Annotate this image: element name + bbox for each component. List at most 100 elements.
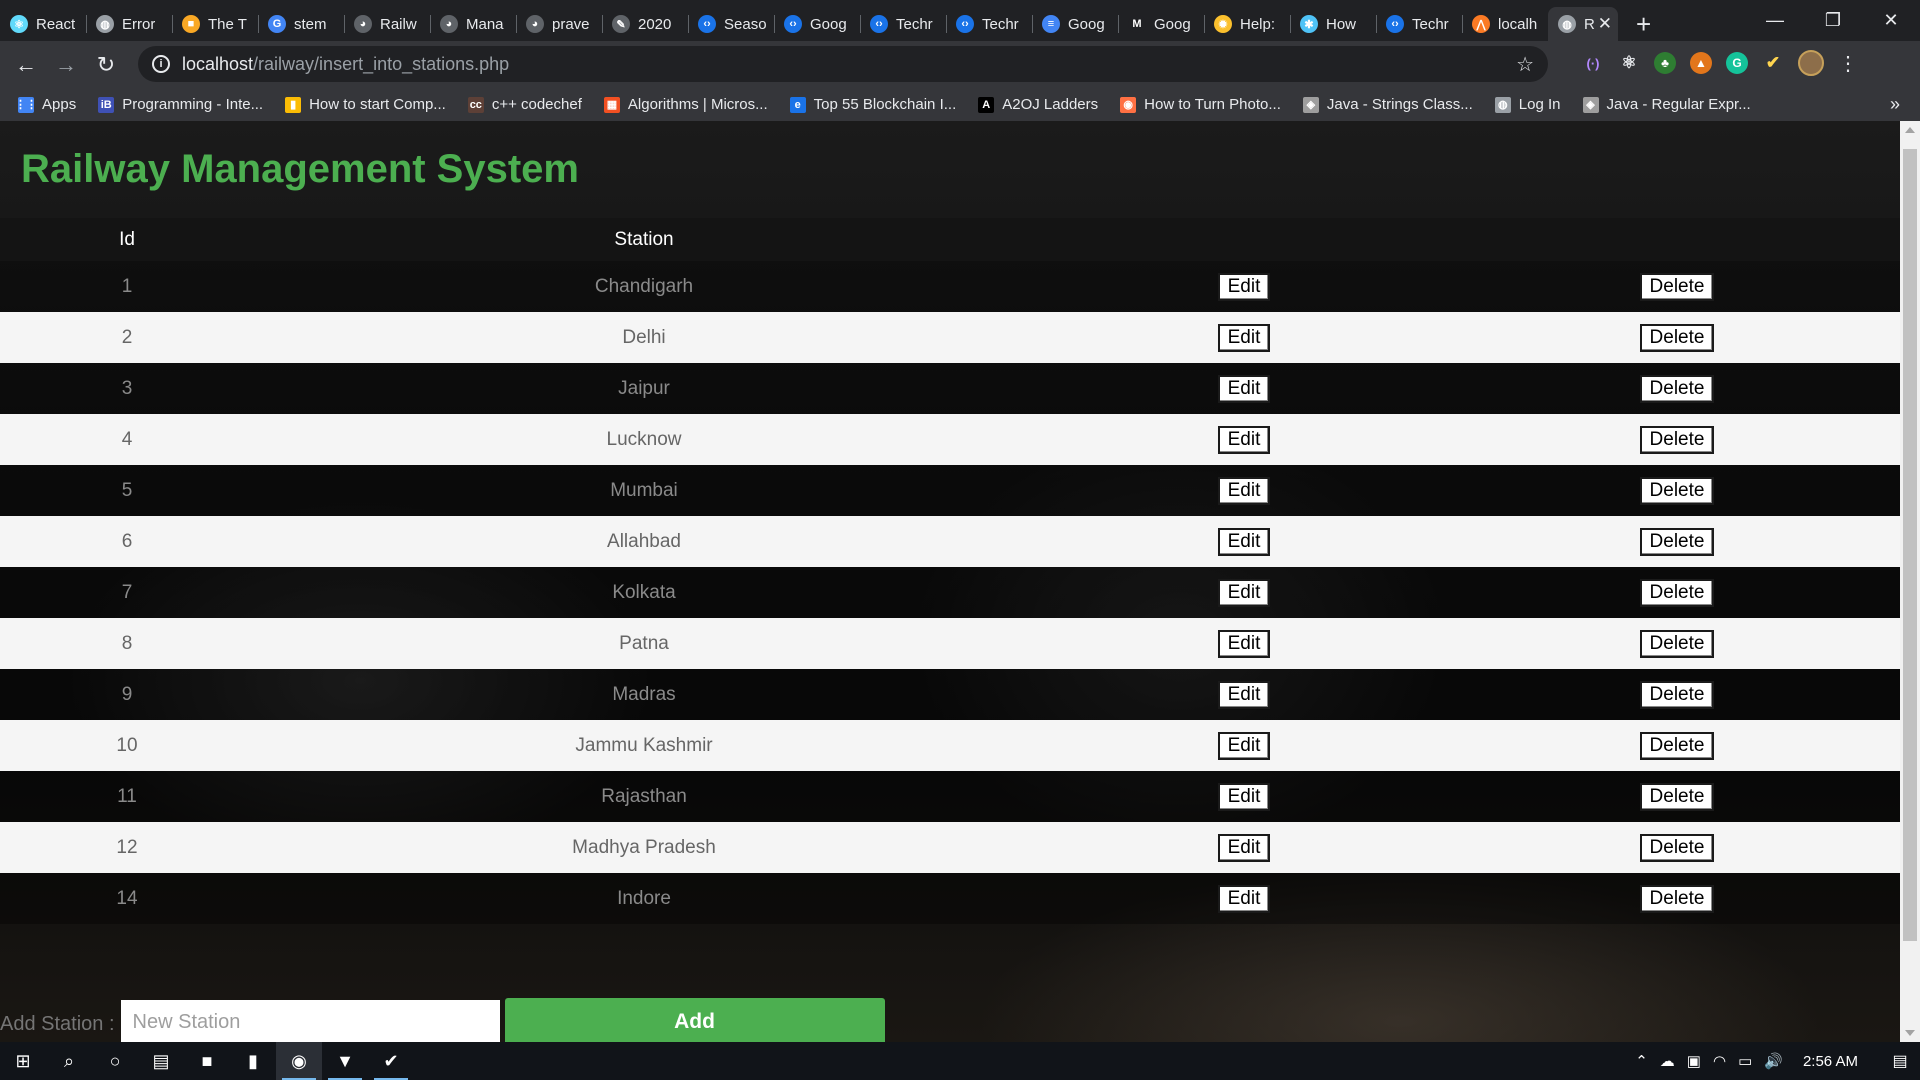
browser-tab[interactable]: ⋀ localh (1462, 7, 1548, 41)
site-info-icon[interactable]: i (152, 55, 170, 73)
profile-avatar[interactable] (1798, 50, 1824, 76)
edit-button[interactable]: Edit (1217, 476, 1271, 505)
bookmark-item[interactable]: e Top 55 Blockchain I... (789, 96, 956, 113)
browser-tab[interactable]: ✎ 2020 (602, 7, 688, 41)
network-icon[interactable]: ◠ (1713, 1052, 1726, 1070)
edit-button[interactable]: Edit (1217, 272, 1271, 301)
show-hidden-icons-chevron-icon[interactable]: ⌃ (1635, 1052, 1648, 1070)
delete-button[interactable]: Delete (1639, 833, 1715, 862)
close-window-button[interactable]: ✕ (1862, 0, 1920, 41)
battery-icon[interactable]: ▭ (1738, 1052, 1752, 1070)
notification-center-icon[interactable]: ▤ (1880, 1051, 1920, 1071)
browser-tab[interactable]: ✱ How (1290, 7, 1376, 41)
edit-button[interactable]: Edit (1217, 527, 1271, 556)
browser-tab[interactable]: ‹› Techr (1376, 7, 1462, 41)
extension-grammarly-icon[interactable]: G (1726, 52, 1748, 74)
browser-tab[interactable]: ■ The T (172, 7, 258, 41)
windows-start-icon[interactable]: ⊞ (0, 1042, 46, 1080)
edit-button[interactable]: Edit (1217, 833, 1271, 862)
edit-button[interactable]: Edit (1217, 782, 1271, 811)
bookmark-item[interactable]: ◈ Java - Regular Expr... (1582, 96, 1751, 113)
extension-todo-icon[interactable]: ✔ (1762, 52, 1784, 74)
browser-tab[interactable]: ◍ Error (86, 7, 172, 41)
add-station-button[interactable]: Add (504, 998, 885, 1042)
delete-button[interactable]: Delete (1639, 731, 1715, 760)
search-icon[interactable]: ⌕ (46, 1042, 92, 1080)
extension-metamask-icon[interactable]: ▲ (1690, 52, 1712, 74)
maximize-button[interactable]: ❐ (1804, 0, 1862, 41)
close-tab-icon[interactable]: ✕ (1598, 14, 1612, 34)
meet-now-icon[interactable]: ▣ (1687, 1052, 1701, 1070)
clock[interactable]: 2:56 AM (1803, 1053, 1858, 1070)
bookmark-star-icon[interactable]: ☆ (1516, 52, 1534, 77)
file-explorer-icon[interactable]: ■ (184, 1042, 230, 1080)
browser-tab[interactable]: ◕ prave (516, 7, 602, 41)
page-scrollbar[interactable] (1900, 121, 1920, 1042)
browser-tab[interactable]: ‹› Techr (860, 7, 946, 41)
chrome-icon[interactable]: ◉ (276, 1042, 322, 1080)
delete-button[interactable]: Delete (1639, 884, 1715, 913)
browser-tab[interactable]: ◕ Mana (430, 7, 516, 41)
bookmark-item[interactable]: ◈ Java - Strings Class... (1302, 96, 1473, 113)
delete-button[interactable]: Delete (1639, 425, 1715, 454)
delete-button[interactable]: Delete (1639, 629, 1715, 658)
delete-button[interactable]: Delete (1639, 374, 1715, 403)
delete-button[interactable]: Delete (1639, 680, 1715, 709)
task-view-icon[interactable]: ▤ (138, 1042, 184, 1080)
back-button[interactable]: ← (6, 45, 46, 85)
cortana-icon[interactable]: ○ (92, 1042, 138, 1080)
edit-button[interactable]: Edit (1217, 425, 1271, 454)
browser-tab[interactable]: M Goog (1118, 7, 1204, 41)
delete-button[interactable]: Delete (1639, 476, 1715, 505)
url-text[interactable]: localhost/railway/insert_into_stations.p… (182, 54, 509, 75)
browser-tab[interactable]: Gstem (258, 7, 344, 41)
onedrive-icon[interactable]: ☁ (1660, 1052, 1675, 1070)
edit-button[interactable]: Edit (1217, 374, 1271, 403)
delete-button[interactable]: Delete (1639, 272, 1715, 301)
browser-tab[interactable]: ‹› Goog (774, 7, 860, 41)
new-tab-button[interactable]: + (1636, 7, 1651, 41)
scrollbar-thumb[interactable] (1903, 149, 1917, 941)
bookmark-item[interactable]: ⋮⋮ Apps (15, 96, 76, 113)
edit-button[interactable]: Edit (1217, 680, 1271, 709)
bookmark-item[interactable]: iB Programming - Inte... (98, 96, 263, 113)
brave-icon[interactable]: ▼ (322, 1042, 368, 1080)
bookmark-item[interactable]: ◍ Log In (1494, 96, 1561, 113)
office-icon[interactable]: ▮ (230, 1042, 276, 1080)
delete-button[interactable]: Delete (1639, 323, 1715, 352)
browser-tab[interactable]: ⚛ React (0, 7, 86, 41)
edit-button[interactable]: Edit (1217, 731, 1271, 760)
forward-button[interactable]: → (46, 45, 86, 85)
edit-button[interactable]: Edit (1217, 884, 1271, 913)
bookmark-item[interactable]: ▮ How to start Comp... (285, 96, 446, 113)
browser-tab[interactable]: ‹› Techr (946, 7, 1032, 41)
edit-button[interactable]: Edit (1217, 629, 1271, 658)
browser-tab[interactable]: ≡ Goog (1032, 7, 1118, 41)
delete-button[interactable]: Delete (1639, 527, 1715, 556)
browser-tab[interactable]: ◕ Railw (344, 7, 430, 41)
new-station-input[interactable] (120, 1000, 500, 1042)
browser-tab[interactable]: ✹ Help: (1204, 7, 1290, 41)
bookmark-item[interactable]: A A2OJ Ladders (978, 96, 1098, 113)
volume-icon[interactable]: 🔊 (1764, 1052, 1783, 1070)
extension-react-devtools-icon[interactable]: ⚛ (1618, 52, 1640, 74)
bookmark-item[interactable]: ▦ Algorithms | Micros... (603, 96, 768, 113)
extension-bracket-icon[interactable]: (·) (1582, 52, 1604, 74)
scroll-up-arrow-icon[interactable] (1905, 127, 1915, 133)
edit-button[interactable]: Edit (1217, 578, 1271, 607)
address-bar[interactable]: i localhost/railway/insert_into_stations… (138, 46, 1548, 82)
edit-button[interactable]: Edit (1217, 323, 1271, 352)
delete-button[interactable]: Delete (1639, 782, 1715, 811)
browser-tab[interactable]: ‹› Seaso (688, 7, 774, 41)
scroll-down-arrow-icon[interactable] (1905, 1030, 1915, 1036)
bookmark-item[interactable]: ◉ How to Turn Photo... (1120, 96, 1281, 113)
active-browser-tab[interactable]: ◍ R ✕ (1548, 7, 1618, 41)
delete-button[interactable]: Delete (1639, 578, 1715, 607)
bookmarks-overflow-button[interactable]: » (1890, 94, 1900, 115)
todo-icon[interactable]: ✔ (368, 1042, 414, 1080)
chrome-menu-icon[interactable]: ⋮ (1838, 51, 1858, 76)
extension-tree-icon[interactable]: ♣ (1654, 52, 1676, 74)
minimize-button[interactable]: — (1746, 0, 1804, 41)
bookmark-item[interactable]: cc c++ codechef (467, 96, 582, 113)
reload-button[interactable]: ↻ (86, 45, 126, 85)
